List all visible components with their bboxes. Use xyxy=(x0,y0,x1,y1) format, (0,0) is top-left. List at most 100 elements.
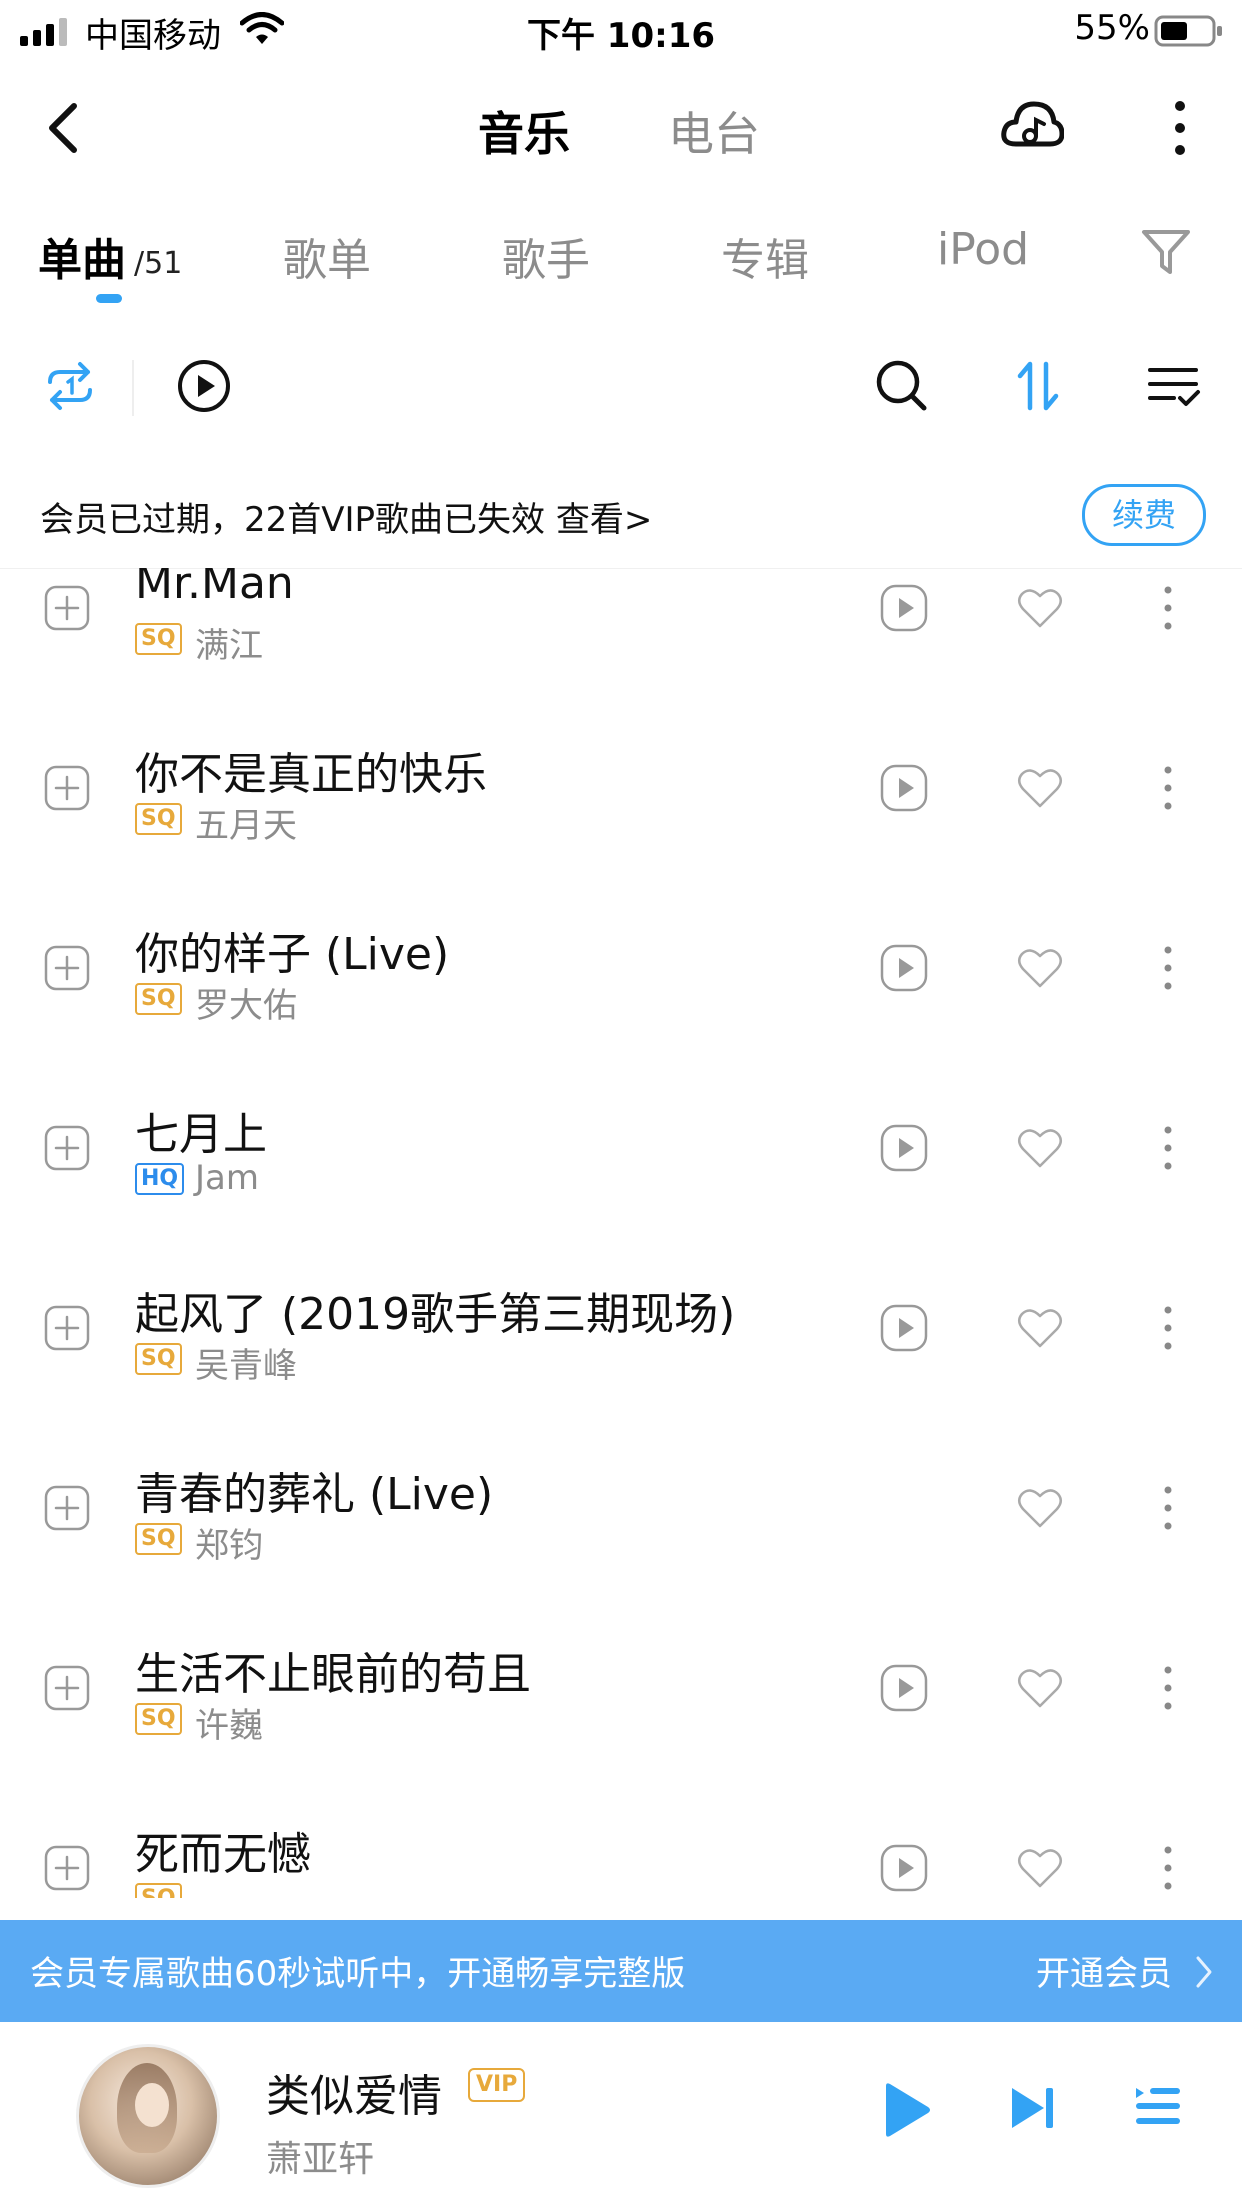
battery-percent: 55% xyxy=(1074,8,1150,48)
next-track-icon[interactable] xyxy=(1008,2082,1058,2134)
play-video-icon[interactable] xyxy=(880,584,928,632)
tab-artists[interactable]: 歌手 xyxy=(502,224,590,288)
heart-icon[interactable] xyxy=(1016,1486,1064,1530)
category-tabs: 单曲 /51 歌单 歌手 专辑 iPod xyxy=(0,192,1242,312)
heart-icon[interactable] xyxy=(1016,946,1064,990)
play-video-icon[interactable] xyxy=(880,944,928,992)
song-row[interactable]: 你的样子 (Live) SQ 罗大佑 xyxy=(0,878,1242,1058)
song-artist: 满江 xyxy=(195,626,263,666)
song-title: 死而无憾 xyxy=(135,1829,311,1880)
quality-badge: SQ xyxy=(135,803,182,835)
tab-ipod[interactable]: iPod xyxy=(937,224,1029,275)
song-row[interactable]: 起风了 (2019歌手第三期现场) SQ 吴青峰 xyxy=(0,1238,1242,1418)
heart-icon[interactable] xyxy=(1016,586,1064,630)
song-title: 起风了 (2019歌手第三期现场) xyxy=(135,1289,736,1340)
song-artist: 许巍 xyxy=(195,1706,263,1746)
repeat-one-icon[interactable] xyxy=(40,356,100,416)
tab-albums[interactable]: 专辑 xyxy=(721,224,809,288)
back-arrow-icon[interactable] xyxy=(36,96,92,160)
playlist-icon[interactable] xyxy=(1132,2082,1182,2134)
renew-button[interactable]: 续费 xyxy=(1082,484,1206,546)
song-row[interactable]: 你不是真正的快乐 SQ 五月天 xyxy=(0,698,1242,878)
tab-songs[interactable]: 单曲 xyxy=(38,224,126,288)
quality-badge: SQ xyxy=(135,1883,182,1898)
song-more-icon[interactable] xyxy=(1160,1844,1176,1892)
play-video-icon[interactable] xyxy=(880,764,928,812)
song-artist: Jam xyxy=(195,1158,259,1198)
add-to-playlist-icon[interactable] xyxy=(44,945,90,991)
quality-badge: SQ xyxy=(135,983,182,1015)
now-playing-title[interactable]: 类似爱情 xyxy=(266,2060,442,2124)
song-more-icon[interactable] xyxy=(1160,1124,1176,1172)
play-video-icon[interactable] xyxy=(880,1304,928,1352)
song-row[interactable]: Mr.Man SQ 满江 xyxy=(0,568,1242,698)
add-to-playlist-icon[interactable] xyxy=(44,1845,90,1891)
song-list: Mr.Man SQ 满江 你不是真正的快乐 SQ 五月天 你的样子 (Live)… xyxy=(0,568,1242,1898)
song-title: 你不是真正的快乐 xyxy=(135,749,487,800)
song-artist: 罗大佑 xyxy=(195,986,297,1026)
vip-trial-banner: 会员专属歌曲60秒试听中，开通畅享完整版 开通会员 xyxy=(0,1920,1242,2022)
mini-player: 类似爱情 VIP 萧亚轩 xyxy=(0,2022,1242,2208)
cover-art-face xyxy=(135,2083,169,2127)
quality-badge: SQ xyxy=(135,1703,182,1735)
song-artist: 吴青峰 xyxy=(195,1346,297,1386)
heart-icon[interactable] xyxy=(1016,1666,1064,1710)
song-more-icon[interactable] xyxy=(1160,1484,1176,1532)
add-to-playlist-icon[interactable] xyxy=(44,1305,90,1351)
toolbar-divider xyxy=(132,360,134,416)
album-cover[interactable] xyxy=(76,2044,220,2188)
tab-playlists[interactable]: 歌单 xyxy=(283,224,371,288)
battery-icon xyxy=(1154,15,1222,47)
open-vip-button[interactable]: 开通会员 xyxy=(1036,1946,1172,1995)
filter-icon[interactable] xyxy=(1140,226,1192,278)
active-tab-indicator xyxy=(96,294,122,303)
vip-expired-notice: 会员已过期，22首VIP歌曲已失效 查看> 续费 xyxy=(0,462,1242,569)
vip-badge: VIP xyxy=(468,2068,526,2102)
search-icon[interactable] xyxy=(872,356,932,416)
play-video-icon[interactable] xyxy=(880,1664,928,1712)
quality-badge: SQ xyxy=(135,1343,182,1375)
trial-message: 会员专属歌曲60秒试听中，开通畅享完整版 xyxy=(30,1954,686,1994)
heart-icon[interactable] xyxy=(1016,1126,1064,1170)
status-bar: 中国移动 下午 10:16 55% xyxy=(0,0,1242,62)
list-toolbar xyxy=(0,312,1242,460)
add-to-playlist-icon[interactable] xyxy=(44,1665,90,1711)
tab-radio[interactable]: 电台 xyxy=(668,98,760,164)
more-vertical-icon[interactable] xyxy=(1160,98,1200,158)
song-more-icon[interactable] xyxy=(1160,1304,1176,1352)
song-row[interactable]: 青春的葬礼 (Live) SQ 郑钧 xyxy=(0,1418,1242,1598)
add-to-playlist-icon[interactable] xyxy=(44,1125,90,1171)
add-to-playlist-icon[interactable] xyxy=(44,585,90,631)
tab-music[interactable]: 音乐 xyxy=(478,98,570,164)
song-row[interactable]: 生活不止眼前的苟且 SQ 许巍 xyxy=(0,1598,1242,1778)
add-to-playlist-icon[interactable] xyxy=(44,1485,90,1531)
song-artist: 五月天 xyxy=(195,806,297,846)
heart-icon[interactable] xyxy=(1016,766,1064,810)
clock: 下午 10:16 xyxy=(526,16,716,56)
heart-icon[interactable] xyxy=(1016,1846,1064,1890)
song-row[interactable]: 七月上 HQ Jam xyxy=(0,1058,1242,1238)
quality-badge: SQ xyxy=(135,623,182,655)
song-title: 七月上 xyxy=(135,1109,267,1160)
song-row[interactable]: 死而无憾 SQ xyxy=(0,1778,1242,1898)
song-title: 青春的葬礼 (Live) xyxy=(135,1469,494,1520)
song-more-icon[interactable] xyxy=(1160,944,1176,992)
heart-icon[interactable] xyxy=(1016,1306,1064,1350)
vip-expired-text[interactable]: 会员已过期，22首VIP歌曲已失效 查看> xyxy=(40,492,652,541)
sort-icon[interactable] xyxy=(1008,356,1068,416)
play-all-icon[interactable] xyxy=(174,356,234,416)
play-video-icon[interactable] xyxy=(880,1124,928,1172)
play-icon[interactable] xyxy=(880,2080,932,2140)
song-more-icon[interactable] xyxy=(1160,1664,1176,1712)
quality-badge: HQ xyxy=(135,1163,185,1195)
song-more-icon[interactable] xyxy=(1160,584,1176,632)
play-video-icon[interactable] xyxy=(880,1844,928,1892)
now-playing-artist: 萧亚轩 xyxy=(266,2139,375,2180)
song-title: 你的样子 (Live) xyxy=(135,929,450,980)
cloud-music-icon[interactable] xyxy=(1000,96,1064,158)
quality-badge: SQ xyxy=(135,1523,182,1555)
manage-list-icon[interactable] xyxy=(1144,356,1204,416)
add-to-playlist-icon[interactable] xyxy=(44,765,90,811)
chevron-right-icon[interactable] xyxy=(1194,1954,1214,1990)
song-more-icon[interactable] xyxy=(1160,764,1176,812)
